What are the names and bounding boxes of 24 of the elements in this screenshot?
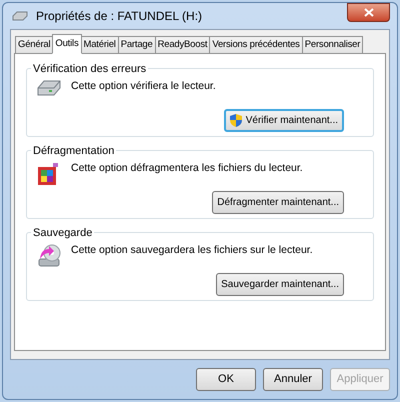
tab[interactable]: Général xyxy=(15,36,54,54)
drive-icon xyxy=(36,79,62,97)
option-description: Cette option défragmentera les fichiers du lecteur. xyxy=(71,161,303,176)
drive-icon xyxy=(12,11,28,21)
action-button[interactable]: Sauvegarder maintenant... xyxy=(216,273,344,296)
tab[interactable]: Matériel xyxy=(80,36,119,54)
action-button[interactable]: Vérifier maintenant... xyxy=(224,109,344,132)
tab[interactable]: Versions précédentes xyxy=(209,36,303,54)
tab[interactable]: Outils xyxy=(52,34,82,54)
group-title: Défragmentation xyxy=(31,143,116,160)
tab[interactable]: Personnaliser xyxy=(302,36,364,54)
close-icon xyxy=(364,8,374,17)
dialog-button[interactable]: OK xyxy=(196,368,256,391)
option-description: Cette option vérifiera le lecteur. xyxy=(71,79,216,94)
action-button[interactable]: Défragmenter maintenant... xyxy=(212,191,344,214)
backup-icon xyxy=(36,243,62,269)
shield-icon xyxy=(230,114,242,127)
dialog-button[interactable]: Annuler xyxy=(263,368,323,391)
option-description: Cette option sauvegardera les fichiers sur le lecteur. xyxy=(71,243,313,258)
window-title: Propriétés de : FATUNDEL (H:) xyxy=(36,8,204,25)
close-button[interactable] xyxy=(347,3,390,22)
group-title: Sauvegarde xyxy=(31,225,94,242)
tab[interactable]: Partage xyxy=(118,36,156,54)
tab[interactable]: ReadyBoost xyxy=(154,36,210,54)
